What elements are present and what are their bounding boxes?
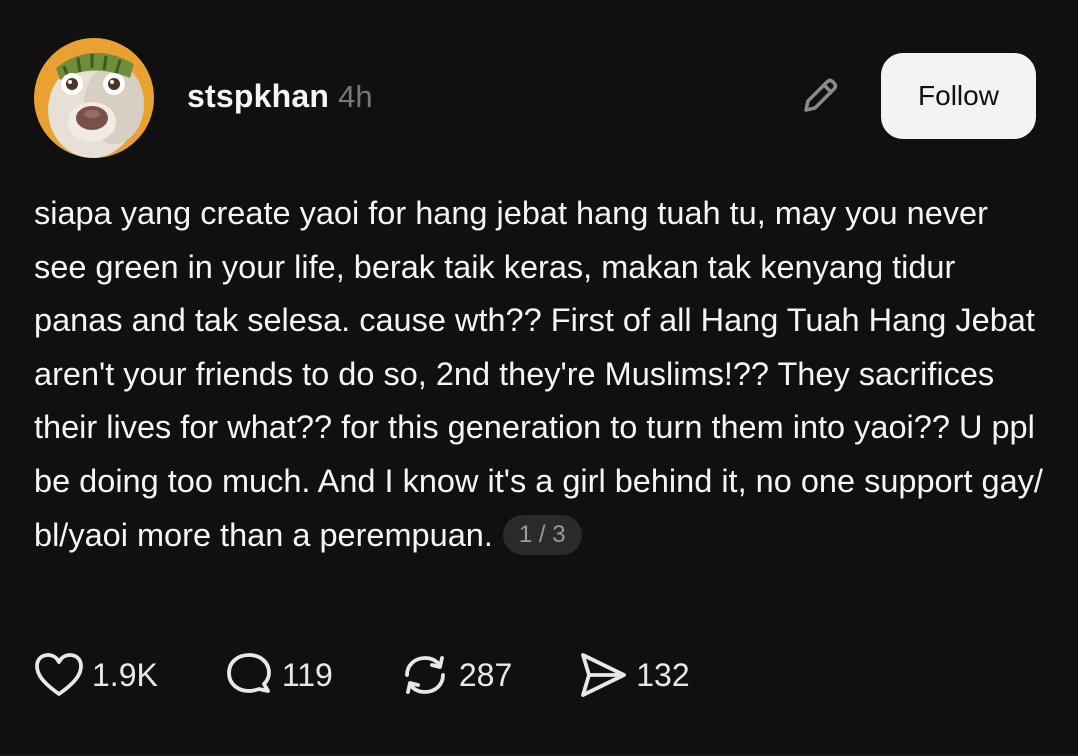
repost-icon [404,656,445,694]
post-body: siapa yang create yaoi for hang jebat ha… [34,187,1044,562]
reply-button[interactable]: 119 [224,651,333,699]
author-avatar[interactable] [34,38,154,158]
post-text: siapa yang create yaoi for hang jebat ha… [34,195,1043,553]
comment-bubble-icon [226,653,271,693]
pencil-icon[interactable] [796,72,844,120]
repost-count: 287 [458,656,513,693]
post-timestamp: 4h [338,79,373,114]
repost-button[interactable]: 287 [399,651,512,699]
heart-icon [35,653,83,696]
page-indicator[interactable]: 1 / 3 [502,514,582,555]
post-header: stspkhan 4h [187,78,373,118]
send-icon [581,653,627,697]
share-button[interactable]: 132 [578,651,690,699]
reply-count: 119 [281,656,333,693]
like-button[interactable]: 1.9K [34,652,158,698]
author-username[interactable]: stspkhan [187,78,329,115]
dog-avatar-icon [34,38,154,158]
share-count: 132 [636,656,690,693]
like-count: 1.9K [92,656,158,693]
post-actions: 1.9K 119 287 132 [34,650,690,700]
follow-button[interactable]: Follow [881,53,1036,139]
